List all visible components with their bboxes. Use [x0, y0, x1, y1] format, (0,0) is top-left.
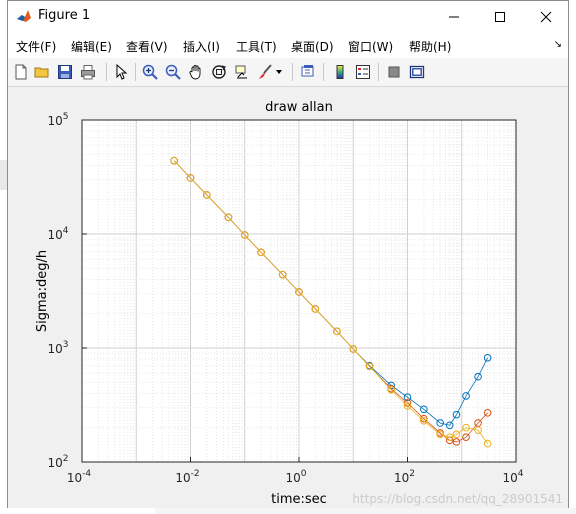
x-tick-label: 10-4: [67, 469, 92, 485]
close-icon: [540, 11, 552, 22]
x-tick-label: 100: [285, 469, 306, 485]
menu-desktop[interactable]: 桌面(D): [291, 38, 334, 55]
y-tick-label: 103: [47, 340, 68, 356]
watermark: https://blog.csdn.net/qq_28901541: [352, 492, 563, 506]
link-plot-icon[interactable]: [298, 62, 318, 82]
figure-toolbar: [8, 58, 568, 87]
x-tick-label: 10-2: [175, 469, 199, 485]
matlab-logo-icon: [16, 8, 32, 24]
toolbar-separator: [106, 63, 107, 81]
menu-dock-arrow-icon[interactable]: ↘: [554, 39, 562, 50]
y-axis-label: Sigma:deg/h: [35, 250, 50, 332]
y-tick-exponent: 5: [63, 112, 69, 122]
zoom-in-icon[interactable]: [140, 62, 160, 82]
print-icon[interactable]: [78, 62, 98, 82]
hide-plot-tools-icon[interactable]: [384, 62, 404, 82]
background-window-fragment: [0, 160, 7, 190]
open-file-icon[interactable]: [32, 62, 52, 82]
zoom-out-icon[interactable]: [163, 62, 183, 82]
x-tick-label: 102: [394, 469, 415, 485]
new-figure-icon[interactable]: [11, 62, 31, 82]
minimize-button[interactable]: [431, 1, 477, 32]
toolbar-separator: [135, 63, 136, 81]
y-tick-exponent: 4: [63, 226, 69, 236]
close-button[interactable]: [523, 1, 569, 32]
menu-insert[interactable]: 插入(I): [183, 38, 220, 55]
x-tick-exponent: -2: [191, 469, 200, 479]
x-tick-exponent: 0: [301, 469, 307, 479]
menu-bar: 文件(F) 编辑(E) 查看(V) 插入(I) 工具(T) 桌面(D) 窗口(W…: [8, 32, 568, 58]
rotate-3d-icon[interactable]: [209, 62, 229, 82]
y-tick-label: 102: [47, 454, 68, 470]
legend-icon[interactable]: [353, 62, 373, 82]
minimize-icon: [449, 16, 459, 17]
maximize-button[interactable]: [477, 1, 523, 32]
y-tick-label: 104: [47, 226, 68, 242]
x-tick-exponent: 4: [518, 469, 524, 479]
figure-canvas: 10-4 10-2 100 102 104 102 103 104 105 draw allan…: [8, 87, 568, 508]
figure-window: Figure 1 文件(F) 编辑(E) 查看(V) 插入(I) 工具(T) 桌…: [7, 0, 569, 508]
save-icon[interactable]: [55, 62, 75, 82]
x-tick-exponent: 2: [409, 469, 415, 479]
maximize-icon: [495, 11, 505, 22]
toolbar-separator: [378, 63, 379, 81]
show-plot-tools-icon[interactable]: [407, 62, 427, 82]
x-tick-label: 104: [502, 469, 523, 485]
menu-edit[interactable]: 编辑(E): [71, 38, 112, 55]
menu-tools[interactable]: 工具(T): [236, 38, 277, 55]
x-axis-label: time:sec: [271, 492, 327, 507]
allan-plot[interactable]: 10-4 10-2 100 102 104 102 103 104 105 draw allan…: [8, 87, 568, 508]
y-tick-exponent: 3: [63, 340, 69, 350]
x-tick-exponent: -4: [82, 469, 91, 479]
menu-file[interactable]: 文件(F): [16, 38, 56, 55]
chart-title: draw allan: [265, 100, 333, 115]
y-tick-exponent: 2: [63, 454, 69, 464]
brush-dropdown-icon[interactable]: [274, 62, 284, 82]
menu-window[interactable]: 窗口(W): [348, 38, 393, 55]
pointer-icon[interactable]: [111, 62, 131, 82]
background-window-fragment-bottom: [155, 508, 576, 514]
toolbar-separator: [292, 63, 293, 81]
menu-help[interactable]: 帮助(H): [409, 38, 451, 55]
brush-icon[interactable]: [255, 62, 275, 82]
title-bar[interactable]: Figure 1: [8, 1, 568, 32]
y-tick-label: 105: [47, 112, 68, 128]
window-title: Figure 1: [38, 8, 91, 23]
pan-hand-icon[interactable]: [186, 62, 206, 82]
colorbar-icon[interactable]: [330, 62, 350, 82]
data-cursor-icon[interactable]: [232, 62, 252, 82]
toolbar-separator: [323, 63, 324, 81]
menu-view[interactable]: 查看(V): [126, 38, 168, 55]
